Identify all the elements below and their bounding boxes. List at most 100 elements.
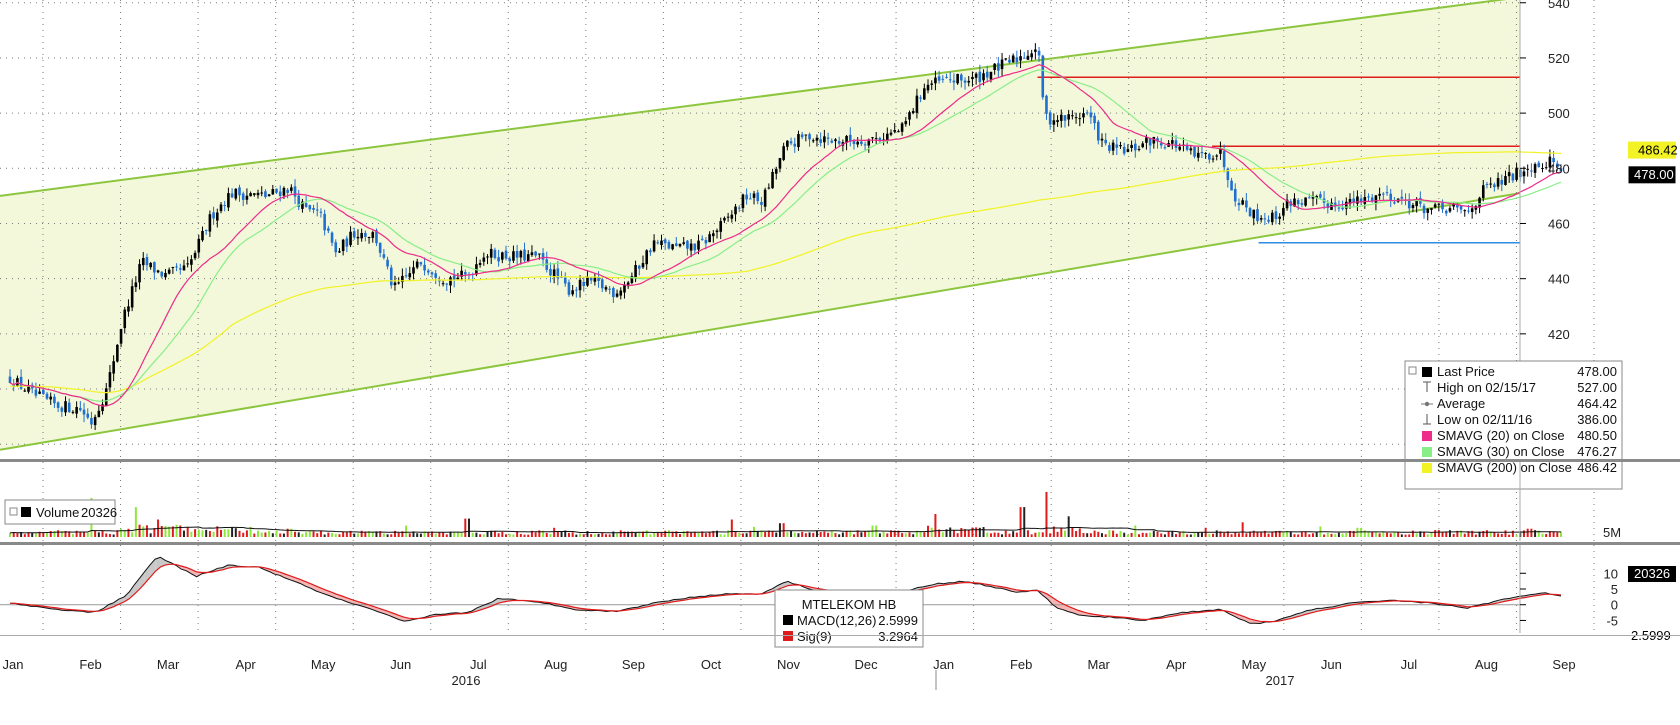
- candle-body: [412, 267, 415, 274]
- candle-body: [1211, 158, 1215, 160]
- volume-bar: [175, 524, 178, 537]
- candle-body: [53, 396, 56, 404]
- volume-bar: [271, 533, 274, 537]
- volume-bar: [604, 534, 607, 537]
- candle-body: [1141, 143, 1145, 148]
- volume-bar: [1189, 534, 1192, 537]
- volume-bar: [1378, 533, 1381, 537]
- legend-value: 486.42: [1577, 460, 1617, 475]
- volume-bar: [771, 531, 774, 537]
- volume-bar: [408, 533, 411, 537]
- volume-bar: [838, 534, 841, 537]
- legend-value: 476.27: [1577, 444, 1617, 459]
- volume-bar: [264, 532, 267, 537]
- price-right-labels: 486.42 478.00: [1627, 141, 1678, 185]
- x-tick-label: Feb: [1010, 657, 1032, 672]
- candle-body: [752, 193, 756, 198]
- volume-bar: [901, 533, 904, 537]
- candle-body: [637, 265, 641, 269]
- volume-bar: [804, 533, 807, 537]
- volume-bar: [952, 530, 955, 537]
- volume-bar: [120, 528, 123, 537]
- volume-bar: [1441, 532, 1444, 537]
- volume-bar: [1049, 533, 1052, 537]
- candle-body: [264, 191, 267, 197]
- panel-divider-1: [0, 459, 1680, 462]
- candle-body: [356, 236, 360, 239]
- candle-body: [312, 208, 315, 210]
- candle-body: [245, 195, 249, 200]
- candle-body: [930, 83, 934, 85]
- volume-bar: [723, 534, 726, 537]
- volume-bar: [1345, 533, 1348, 537]
- macd-legend-value: 2.5999: [878, 613, 918, 628]
- candle-body: [1448, 208, 1452, 212]
- candle-body: [430, 272, 434, 275]
- candle-body: [419, 262, 423, 265]
- candle-body: [893, 130, 896, 132]
- volume-bar: [1082, 533, 1085, 537]
- candle-body: [1274, 211, 1278, 220]
- candle-body: [1526, 168, 1529, 170]
- volume-bar: [149, 533, 152, 537]
- candle-body: [1430, 208, 1433, 210]
- candle-body: [586, 277, 589, 286]
- candle-body: [267, 194, 271, 197]
- candle-body: [730, 214, 734, 219]
- volume-bar: [342, 532, 345, 537]
- candle-body: [789, 141, 793, 144]
- candle-body: [663, 239, 667, 244]
- candle-body: [1319, 194, 1322, 198]
- candle-body: [1530, 170, 1533, 172]
- volume-bar: [475, 532, 478, 537]
- candle-body: [1304, 197, 1307, 206]
- candle-body: [608, 288, 611, 290]
- volume-bar: [279, 533, 282, 537]
- volume-bar: [1363, 530, 1366, 537]
- candle-body: [978, 71, 982, 83]
- volume-bar: [505, 534, 508, 537]
- candle-body: [1245, 200, 1248, 208]
- candle-body: [985, 71, 989, 78]
- volume-bar: [745, 533, 748, 537]
- candle-body: [104, 388, 108, 407]
- candle-body: [1500, 179, 1504, 185]
- candle-body: [1067, 114, 1070, 120]
- volume-bar: [94, 530, 97, 537]
- candle-body: [552, 269, 556, 278]
- candle-body: [1270, 212, 1274, 223]
- volume-bar: [57, 530, 60, 537]
- volume-bar: [919, 531, 922, 537]
- candle-body: [512, 251, 515, 261]
- volume-bar: [1430, 532, 1433, 537]
- candle-body: [1134, 143, 1137, 151]
- volume-bar: [1526, 528, 1529, 537]
- macd-tick-label: -5: [1606, 613, 1618, 628]
- candle-body: [800, 134, 804, 138]
- volume-bar: [1330, 533, 1333, 537]
- volume-bar: [460, 532, 463, 537]
- volume-bar: [242, 532, 245, 537]
- candle-body: [1422, 205, 1426, 214]
- volume-bar: [23, 534, 26, 537]
- price-tick-label: 460: [1548, 216, 1570, 231]
- candle-body: [1119, 145, 1122, 147]
- candle-body: [1048, 112, 1052, 125]
- volume-bar: [1541, 533, 1544, 537]
- volume-bar: [1552, 531, 1555, 537]
- candle-body: [90, 417, 93, 425]
- volume-bar: [142, 526, 145, 537]
- volume-bar: [1023, 507, 1026, 537]
- legend-label: High on 02/15/17: [1437, 380, 1536, 395]
- volume-bar: [1393, 532, 1396, 537]
- volume-bar: [1300, 532, 1303, 537]
- volume-bar: [479, 534, 482, 537]
- candle-body: [1248, 208, 1252, 217]
- price-legend: Last Price 478.00 High on 02/15/17 527.00 Av…: [1404, 360, 1623, 490]
- volume-bar: [1089, 533, 1092, 537]
- volume-bar: [486, 531, 489, 537]
- candle-body: [360, 232, 363, 239]
- candle-body: [1137, 148, 1141, 150]
- candle-body: [774, 168, 778, 174]
- volume-bar: [553, 527, 556, 537]
